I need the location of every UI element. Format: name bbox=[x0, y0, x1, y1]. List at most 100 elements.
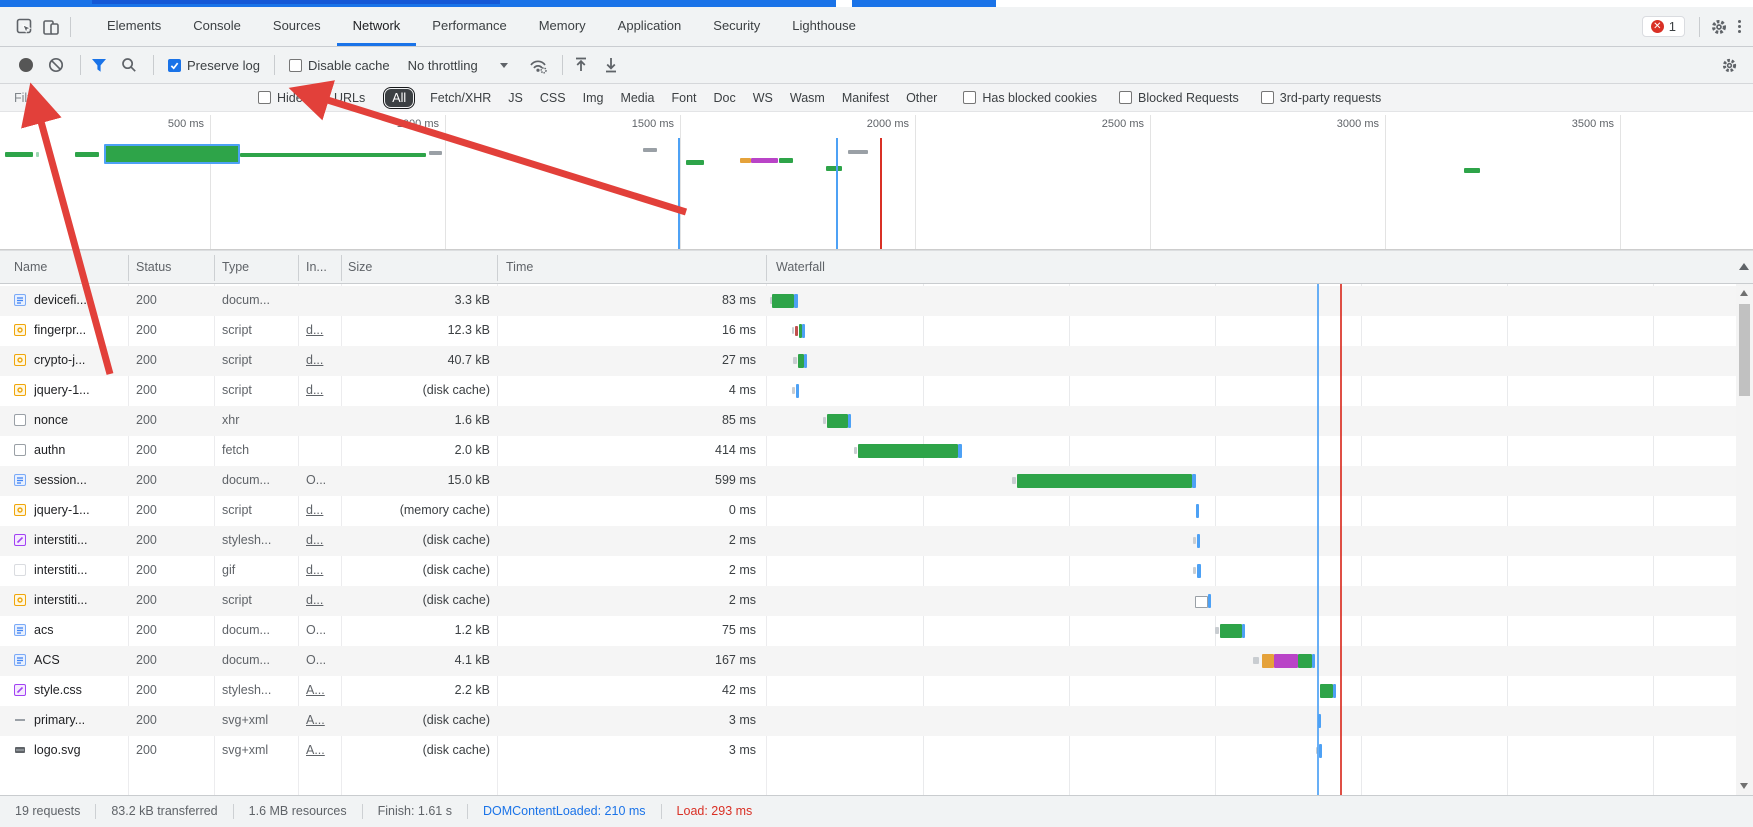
network-conditions-icon[interactable] bbox=[526, 53, 550, 77]
blocked-requests-checkbox[interactable]: Blocked Requests bbox=[1119, 91, 1239, 105]
table-row[interactable]: fingerpr...200scriptd...12.3 kB16 ms bbox=[0, 316, 1736, 346]
request-initiator[interactable]: A... bbox=[306, 683, 340, 697]
inspect-element-icon[interactable] bbox=[12, 14, 38, 40]
settings-gear-icon[interactable] bbox=[1706, 14, 1732, 40]
table-row[interactable]: jquery-1...200scriptd...(disk cache)4 ms bbox=[0, 376, 1736, 406]
table-row[interactable]: devicefi...200docum...3.3 kB83 ms bbox=[0, 286, 1736, 316]
request-type: xhr bbox=[222, 413, 296, 427]
checkbox-unchecked-icon bbox=[289, 59, 302, 72]
filter-type-media[interactable]: Media bbox=[620, 91, 654, 105]
tab-security[interactable]: Security bbox=[697, 7, 776, 46]
request-initiator[interactable]: d... bbox=[306, 383, 340, 397]
column-header-waterfall[interactable]: Waterfall bbox=[776, 260, 825, 274]
export-har-icon[interactable] bbox=[599, 53, 623, 77]
request-initiator[interactable]: d... bbox=[306, 353, 340, 367]
table-row[interactable]: interstiti...200stylesh...d...(disk cach… bbox=[0, 526, 1736, 556]
network-overview-timeline[interactable]: 500 ms1000 ms1500 ms2000 ms2500 ms3000 m… bbox=[0, 112, 1753, 250]
column-divider[interactable] bbox=[128, 255, 129, 281]
throttling-dropdown[interactable]: No throttling bbox=[408, 58, 508, 73]
column-header-size[interactable]: Size bbox=[348, 260, 372, 274]
image-preview-icon bbox=[14, 744, 26, 756]
filter-type-other[interactable]: Other bbox=[906, 91, 937, 105]
filter-type-img[interactable]: Img bbox=[583, 91, 604, 105]
request-initiator[interactable]: d... bbox=[306, 323, 340, 337]
tab-network[interactable]: Network bbox=[337, 7, 417, 46]
filter-type-js[interactable]: JS bbox=[508, 91, 523, 105]
tab-memory[interactable]: Memory bbox=[523, 7, 602, 46]
request-initiator[interactable]: A... bbox=[306, 713, 340, 727]
column-header-status[interactable]: Status bbox=[136, 260, 171, 274]
tab-lighthouse[interactable]: Lighthouse bbox=[776, 7, 872, 46]
tab-application[interactable]: Application bbox=[602, 7, 698, 46]
disable-cache-checkbox[interactable]: Disable cache bbox=[289, 58, 390, 73]
column-header-in[interactable]: In... bbox=[306, 260, 327, 274]
table-row[interactable]: authn200fetch2.0 kB414 ms bbox=[0, 436, 1736, 466]
divider bbox=[80, 55, 81, 75]
tab-performance[interactable]: Performance bbox=[416, 7, 522, 46]
request-initiator[interactable]: A... bbox=[306, 743, 340, 757]
request-initiator[interactable]: d... bbox=[306, 533, 340, 547]
third-party-requests-checkbox[interactable]: 3rd-party requests bbox=[1261, 91, 1381, 105]
more-options-icon[interactable] bbox=[1738, 20, 1741, 33]
table-row[interactable]: acs200docum...O...1.2 kB75 ms bbox=[0, 616, 1736, 646]
filter-type-font[interactable]: Font bbox=[671, 91, 696, 105]
table-row[interactable]: interstiti...200gifd...(disk cache)2 ms bbox=[0, 556, 1736, 586]
tab-elements[interactable]: Elements bbox=[91, 7, 177, 46]
request-status: 200 bbox=[136, 413, 157, 427]
hide-data-urls-checkbox[interactable]: Hide data URLs bbox=[258, 91, 365, 105]
scroll-down-icon[interactable] bbox=[1740, 783, 1748, 789]
tab-sources[interactable]: Sources bbox=[257, 7, 337, 46]
table-row[interactable]: nonce200xhr1.6 kB85 ms bbox=[0, 406, 1736, 436]
search-icon[interactable] bbox=[117, 53, 141, 77]
vertical-scrollbar[interactable] bbox=[1736, 284, 1753, 795]
scroll-up-icon[interactable] bbox=[1740, 290, 1748, 296]
request-name: jquery-1... bbox=[34, 503, 126, 517]
network-settings-gear-icon[interactable] bbox=[1717, 53, 1741, 77]
waterfall-bar-lt bbox=[1193, 537, 1196, 544]
network-summary-bar: 19 requests83.2 kB transferred1.6 MB res… bbox=[0, 795, 1753, 827]
filter-type-wasm[interactable]: Wasm bbox=[790, 91, 825, 105]
table-row[interactable]: interstiti...200scriptd...(disk cache)2 … bbox=[0, 586, 1736, 616]
filter-type-all[interactable]: All bbox=[385, 89, 413, 107]
column-header-type[interactable]: Type bbox=[222, 260, 249, 274]
filter-type-doc[interactable]: Doc bbox=[714, 91, 736, 105]
filter-input[interactable]: Filter bbox=[14, 91, 250, 105]
request-initiator[interactable]: d... bbox=[306, 593, 340, 607]
table-row[interactable]: style.css200stylesh...A...2.2 kB42 ms bbox=[0, 676, 1736, 706]
table-row[interactable]: crypto-j...200scriptd...40.7 kB27 ms bbox=[0, 346, 1736, 376]
table-row[interactable]: primary...200svg+xmlA...(disk cache)3 ms bbox=[0, 706, 1736, 736]
filter-funnel-icon[interactable] bbox=[87, 53, 111, 77]
sort-ascending-icon bbox=[1739, 263, 1749, 270]
tab-console[interactable]: Console bbox=[177, 7, 257, 46]
table-row[interactable]: session...200docum...O...15.0 kB599 ms bbox=[0, 466, 1736, 496]
has-blocked-cookies-checkbox[interactable]: Has blocked cookies bbox=[963, 91, 1097, 105]
preserve-log-checkbox[interactable]: Preserve log bbox=[168, 58, 260, 73]
record-icon[interactable] bbox=[14, 53, 38, 77]
column-divider[interactable] bbox=[298, 255, 299, 281]
request-initiator[interactable]: d... bbox=[306, 503, 340, 517]
waterfall-bar-blue bbox=[848, 414, 851, 428]
request-initiator[interactable]: d... bbox=[306, 563, 340, 577]
page-top-strip bbox=[0, 0, 996, 7]
scrollbar-thumb[interactable] bbox=[1739, 304, 1750, 396]
filter-type-ws[interactable]: WS bbox=[753, 91, 773, 105]
device-toolbar-icon[interactable] bbox=[38, 14, 64, 40]
waterfall-bar-green bbox=[858, 444, 958, 458]
filter-type-css[interactable]: CSS bbox=[540, 91, 566, 105]
column-divider[interactable] bbox=[341, 255, 342, 281]
column-divider[interactable] bbox=[766, 255, 767, 281]
table-row[interactable]: logo.svg200svg+xmlA...(disk cache)3 ms bbox=[0, 736, 1736, 766]
column-header-time[interactable]: Time bbox=[506, 260, 533, 274]
filter-type-fetch-xhr[interactable]: Fetch/XHR bbox=[430, 91, 491, 105]
column-divider[interactable] bbox=[214, 255, 215, 281]
overview-request-bar bbox=[751, 158, 778, 163]
overview-tick-label: 1000 ms bbox=[369, 118, 439, 130]
error-count-badge[interactable]: ✕ 1 bbox=[1642, 16, 1685, 37]
column-header-name[interactable]: Name bbox=[14, 260, 47, 274]
table-row[interactable]: ACS200docum...O...4.1 kB167 ms bbox=[0, 646, 1736, 676]
import-har-icon[interactable] bbox=[569, 53, 593, 77]
clear-icon[interactable] bbox=[44, 53, 68, 77]
filter-type-manifest[interactable]: Manifest bbox=[842, 91, 889, 105]
column-divider[interactable] bbox=[497, 255, 498, 281]
table-row[interactable]: jquery-1...200scriptd...(memory cache)0 … bbox=[0, 496, 1736, 526]
